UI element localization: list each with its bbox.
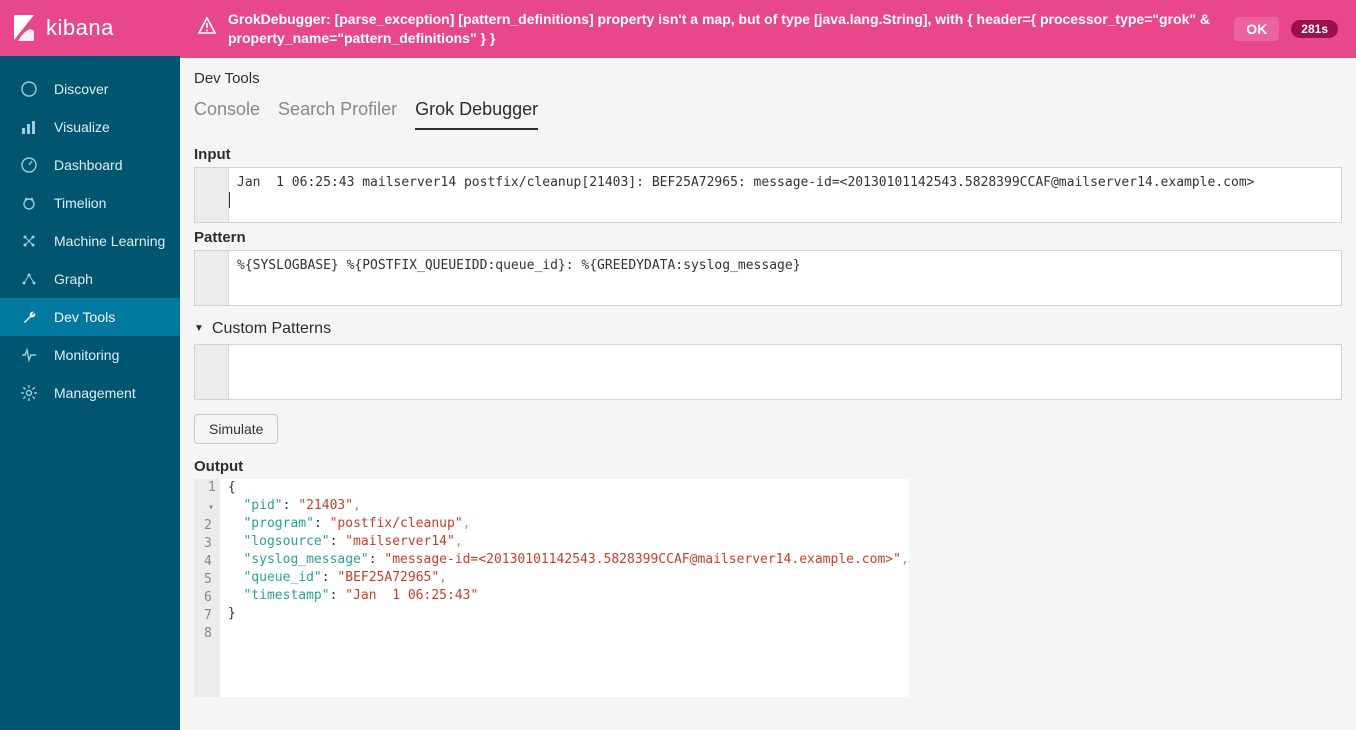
tab-search-profiler[interactable]: Search Profiler (278, 99, 397, 130)
sidebar-item-label: Discover (54, 81, 108, 97)
toast-message: GrokDebugger: [parse_exception] [pattern… (228, 10, 1222, 48)
editor-gutter (195, 345, 229, 399)
caret-down-icon: ▼ (194, 323, 204, 334)
graph-icon (20, 270, 38, 288)
brand-name: kibana (46, 15, 114, 41)
wrench-icon (20, 308, 38, 326)
ml-icon (20, 232, 38, 250)
pattern-label: Pattern (194, 229, 1342, 246)
sidebar-item-dashboard[interactable]: Dashboard (0, 146, 180, 184)
input-editor[interactable]: Jan 1 06:25:43 mailserver14 postfix/clea… (194, 167, 1342, 223)
lion-icon (20, 194, 38, 212)
sidebar-item-machine-learning[interactable]: Machine Learning (0, 222, 180, 260)
output-gutter: 1 ▾2345678 (194, 479, 220, 697)
toast-timer-badge: 281s (1291, 20, 1338, 38)
sidebar-item-label: Dashboard (54, 157, 123, 173)
tabs: Console Search Profiler Grok Debugger (180, 99, 1356, 130)
output-code: { "pid": "21403", "program": "postfix/cl… (220, 479, 909, 697)
custom-patterns-editor[interactable] (194, 344, 1342, 400)
sidebar-item-dev-tools[interactable]: Dev Tools (0, 298, 180, 336)
error-toast: GrokDebugger: [parse_exception] [pattern… (180, 0, 1356, 58)
brand[interactable]: kibana (0, 0, 180, 56)
sidebar-item-timelion[interactable]: Timelion (0, 184, 180, 222)
nav: Discover Visualize Dashboard Timelion Ma… (0, 56, 180, 412)
tab-console[interactable]: Console (194, 99, 260, 130)
kibana-logo-icon (14, 15, 36, 41)
sidebar-item-label: Visualize (54, 119, 110, 135)
sidebar-item-label: Monitoring (54, 347, 119, 363)
sidebar-item-label: Timelion (54, 195, 106, 211)
editor-gutter (195, 251, 229, 305)
sidebar-item-monitoring[interactable]: Monitoring (0, 336, 180, 374)
input-code[interactable]: Jan 1 06:25:43 mailserver14 postfix/clea… (229, 168, 1341, 222)
pattern-code[interactable]: %{SYSLOGBASE} %{POSTFIX_QUEUEIDD:queue_i… (229, 251, 1341, 305)
pattern-editor[interactable]: %{SYSLOGBASE} %{POSTFIX_QUEUEIDD:queue_i… (194, 250, 1342, 306)
breadcrumb: Dev Tools (180, 58, 1356, 99)
custom-patterns-label: Custom Patterns (212, 320, 331, 338)
sidebar-item-graph[interactable]: Graph (0, 260, 180, 298)
sidebar-item-label: Graph (54, 271, 93, 287)
main: GrokDebugger: [parse_exception] [pattern… (180, 0, 1356, 730)
toast-ok-button[interactable]: OK (1234, 17, 1279, 41)
sidebar-item-label: Management (54, 385, 136, 401)
warning-icon (198, 17, 216, 40)
simulate-button[interactable]: Simulate (194, 414, 278, 444)
sidebar: kibana Discover Visualize Dashboard Time… (0, 0, 180, 730)
heartbeat-icon (20, 346, 38, 364)
bar-chart-icon (20, 118, 38, 136)
sidebar-item-label: Machine Learning (54, 233, 165, 249)
tab-grok-debugger[interactable]: Grok Debugger (415, 99, 538, 130)
grok-content: Input Jan 1 06:25:43 mailserver14 postfi… (180, 130, 1356, 717)
input-label: Input (194, 146, 1342, 163)
custom-patterns-accordion[interactable]: ▼ Custom Patterns (194, 320, 1342, 338)
output-label: Output (194, 458, 1342, 475)
output-editor: 1 ▾2345678 { "pid": "21403", "program": … (194, 479, 864, 697)
gear-icon (20, 384, 38, 402)
custom-code[interactable] (229, 345, 1341, 399)
sidebar-item-discover[interactable]: Discover (0, 70, 180, 108)
app-root: kibana Discover Visualize Dashboard Time… (0, 0, 1356, 730)
sidebar-item-visualize[interactable]: Visualize (0, 108, 180, 146)
sidebar-item-label: Dev Tools (54, 309, 115, 325)
sidebar-item-management[interactable]: Management (0, 374, 180, 412)
editor-gutter (195, 168, 229, 222)
compass-icon (20, 80, 38, 98)
gauge-icon (20, 156, 38, 174)
